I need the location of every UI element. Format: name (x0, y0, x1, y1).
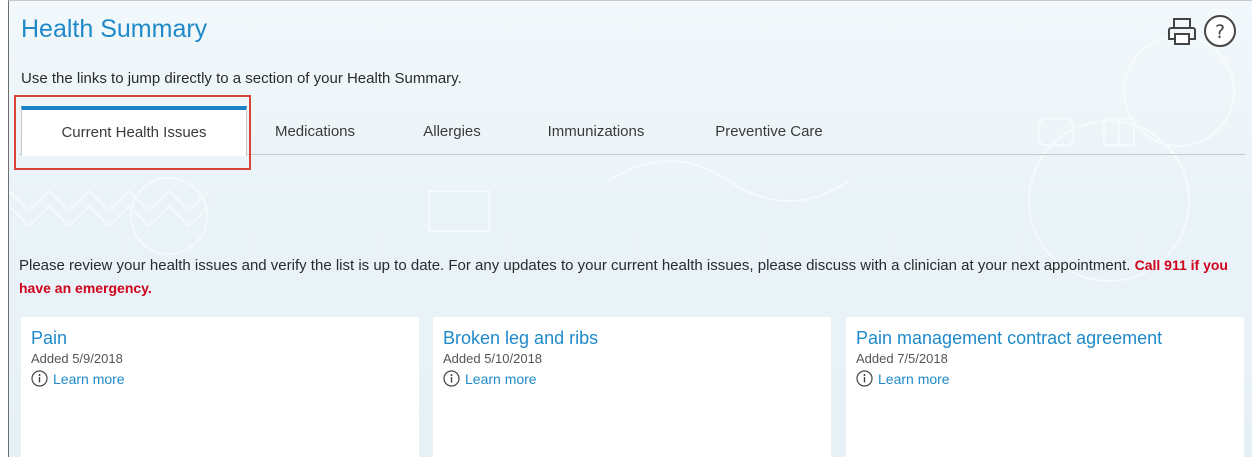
health-issue-date: Added 5/10/2018 (443, 351, 543, 366)
learn-more-link[interactable]: Learn more (31, 370, 409, 387)
health-issue-date: Added 7/5/2018 (856, 351, 948, 366)
learn-more-label: Learn more (465, 370, 537, 387)
health-issue-card: Pain management contract agreement Added… (846, 317, 1244, 457)
svg-text:?: ? (1215, 21, 1225, 43)
tab-immunizations[interactable]: Immunizations (531, 106, 661, 155)
section-tabs: Current Health Issues Medications Allerg… (19, 106, 1245, 156)
learn-more-link[interactable]: Learn more (443, 370, 821, 387)
health-issue-title[interactable]: Broken leg and ribs (443, 327, 821, 349)
help-icon[interactable]: ? (1202, 13, 1238, 49)
learn-more-link[interactable]: Learn more (856, 370, 1234, 387)
info-icon (31, 370, 48, 387)
health-summary-panel: Health Summary ? Use the links to jump d… (8, 0, 1252, 457)
learn-more-label: Learn more (878, 370, 950, 387)
info-icon (856, 370, 873, 387)
health-issue-card: Broken leg and ribs Added 5/10/2018 Lear… (433, 317, 831, 457)
learn-more-label: Learn more (53, 370, 125, 387)
info-icon (443, 370, 460, 387)
tab-medications[interactable]: Medications (255, 106, 375, 155)
tab-allergies[interactable]: Allergies (407, 106, 497, 155)
review-notice: Please review your health issues and ver… (19, 254, 1249, 300)
printer-icon[interactable] (1164, 13, 1200, 49)
health-issue-title[interactable]: Pain management contract agreement (856, 327, 1234, 349)
health-issue-card: Pain Added 5/9/2018 Learn more (21, 317, 419, 457)
health-issue-title[interactable]: Pain (31, 327, 409, 349)
notice-text: Please review your health issues and ver… (19, 257, 1135, 274)
tab-current-health-issues[interactable]: Current Health Issues (21, 106, 247, 156)
health-issue-date: Added 5/9/2018 (31, 351, 123, 366)
tab-preventive-care[interactable]: Preventive Care (699, 106, 839, 155)
toolbar: ? (1164, 13, 1238, 49)
page-title: Health Summary (21, 15, 208, 43)
intro-text: Use the links to jump directly to a sect… (21, 70, 462, 87)
